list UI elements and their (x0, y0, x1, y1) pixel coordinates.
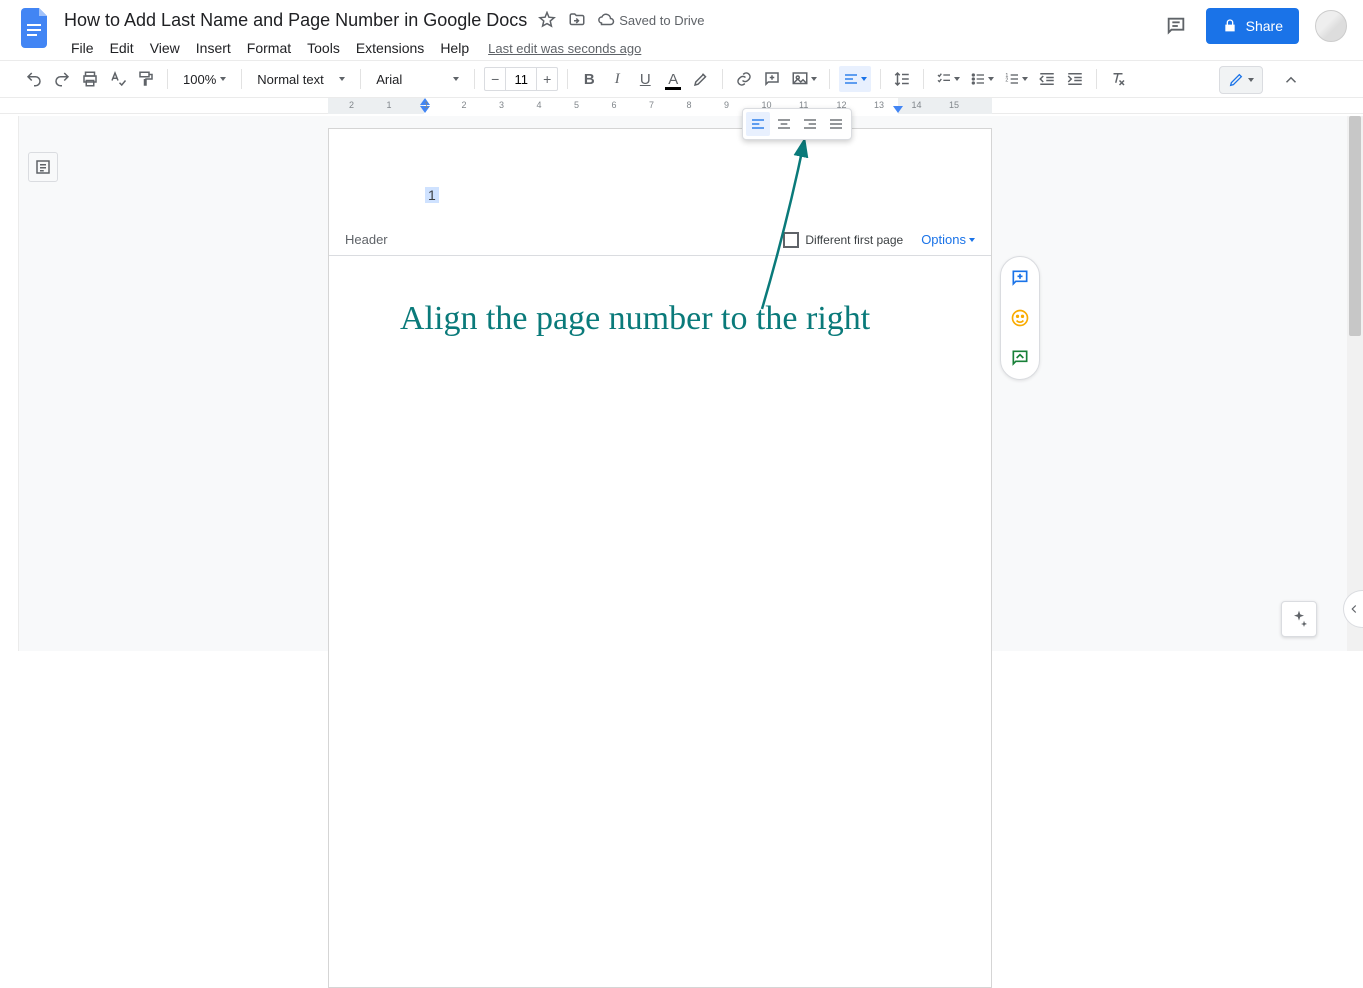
collapse-toolbar-icon[interactable] (1277, 66, 1305, 94)
header-options-dropdown[interactable]: Options (921, 232, 975, 247)
doc-title[interactable]: How to Add Last Name and Page Number in … (64, 10, 527, 31)
header-label: Header (345, 232, 388, 247)
italic-icon[interactable]: I (605, 66, 629, 92)
clear-formatting-icon[interactable] (1106, 66, 1130, 92)
align-center-option[interactable] (772, 112, 796, 136)
paint-format-icon[interactable] (134, 66, 158, 92)
annotation-text: Align the page number to the right (400, 300, 870, 338)
toolbar: 100% Normal text Arial − + B I U A 12 (0, 60, 1363, 98)
zoom-select[interactable]: 100% (177, 66, 232, 92)
numbered-list-icon[interactable]: 12 (1001, 66, 1031, 92)
svg-text:2: 2 (1006, 78, 1009, 84)
add-comment-icon[interactable] (760, 66, 784, 92)
document-outline-icon[interactable] (28, 152, 58, 182)
vertical-scrollbar[interactable] (1347, 116, 1363, 651)
vertical-ruler[interactable] (0, 116, 19, 651)
menu-file[interactable]: File (64, 38, 101, 58)
menu-bar: File Edit View Insert Format Tools Exten… (64, 36, 705, 60)
bold-icon[interactable]: B (577, 66, 601, 92)
share-button[interactable]: Share (1206, 8, 1299, 44)
paragraph-style-select[interactable]: Normal text (251, 66, 351, 92)
move-icon[interactable] (567, 10, 587, 30)
add-comment-margin-icon[interactable] (1009, 267, 1031, 289)
font-family-select[interactable]: Arial (370, 66, 465, 92)
text-color-icon[interactable]: A (661, 66, 685, 92)
explore-button[interactable] (1281, 601, 1317, 637)
font-size-decrease[interactable]: − (484, 67, 506, 91)
align-popover (742, 108, 852, 140)
decrease-indent-icon[interactable] (1035, 66, 1059, 92)
last-edit-link[interactable]: Last edit was seconds ago (488, 41, 641, 56)
margin-actions (1000, 256, 1040, 380)
docs-logo[interactable] (16, 8, 56, 48)
redo-icon[interactable] (50, 66, 74, 92)
align-left-option[interactable] (746, 112, 770, 136)
font-size-increase[interactable]: + (536, 67, 558, 91)
menu-extensions[interactable]: Extensions (349, 38, 431, 58)
align-justify-option[interactable] (824, 112, 848, 136)
suggest-edits-icon[interactable] (1009, 347, 1031, 369)
horizontal-ruler[interactable]: 21123456789101112131415 (328, 98, 992, 114)
editing-mode-button[interactable] (1219, 66, 1263, 94)
align-right-option[interactable] (798, 112, 822, 136)
right-indent-marker[interactable] (893, 106, 903, 113)
account-avatar[interactable] (1315, 10, 1347, 42)
menu-format[interactable]: Format (240, 38, 298, 58)
saved-text: Saved to Drive (619, 13, 704, 28)
menu-tools[interactable]: Tools (300, 38, 347, 58)
page-header-area[interactable]: 1 Header Different first page Options (329, 129, 991, 225)
menu-edit[interactable]: Edit (103, 38, 141, 58)
open-comments-icon[interactable] (1162, 12, 1190, 40)
document-page[interactable]: 1 Header Different first page Options (328, 128, 992, 988)
page-number-field[interactable]: 1 (425, 187, 439, 203)
highlight-icon[interactable] (689, 66, 713, 92)
font-size-input[interactable] (506, 67, 536, 91)
add-emoji-reaction-icon[interactable] (1009, 307, 1031, 329)
cloud-status[interactable]: Saved to Drive (597, 11, 704, 29)
menu-help[interactable]: Help (433, 38, 476, 58)
line-spacing-icon[interactable] (890, 66, 914, 92)
menu-insert[interactable]: Insert (189, 38, 238, 58)
checklist-icon[interactable] (933, 66, 963, 92)
print-icon[interactable] (78, 66, 102, 92)
align-dropdown[interactable] (839, 66, 871, 92)
underline-icon[interactable]: U (633, 66, 657, 92)
share-label: Share (1246, 18, 1283, 34)
menu-view[interactable]: View (143, 38, 187, 58)
insert-link-icon[interactable] (732, 66, 756, 92)
undo-icon[interactable] (22, 66, 46, 92)
spellcheck-icon[interactable] (106, 66, 130, 92)
insert-image-icon[interactable] (788, 66, 820, 92)
star-icon[interactable] (537, 10, 557, 30)
increase-indent-icon[interactable] (1063, 66, 1087, 92)
workspace: 1 Header Different first page Options (0, 116, 1347, 651)
different-first-page-checkbox[interactable]: Different first page (783, 232, 903, 248)
bulleted-list-icon[interactable] (967, 66, 997, 92)
